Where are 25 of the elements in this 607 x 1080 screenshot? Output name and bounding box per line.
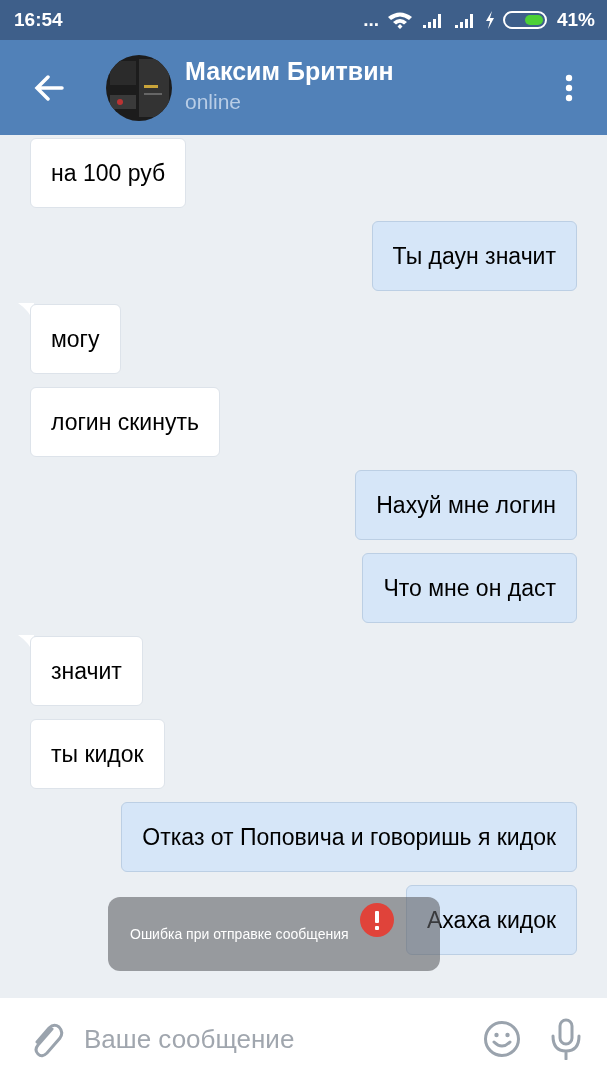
message-bubble: могу (30, 304, 121, 374)
back-icon[interactable] (34, 74, 64, 101)
contact-name: Максим Бритвин (185, 58, 394, 86)
error-icon (360, 903, 394, 937)
more-dots: ... (363, 7, 379, 32)
message-bubble: Ахаха кидок (406, 885, 577, 955)
battery-icon (502, 10, 549, 30)
message-bubble: Нахуй мне логин (355, 470, 577, 540)
message-bubble: Ты даун значит (371, 221, 577, 291)
battery-percent: 41% (556, 7, 595, 32)
menu-icon[interactable] (565, 73, 573, 102)
message-bubble: логин скинуть (30, 387, 220, 457)
message-bubble: Что мне он даст (362, 553, 577, 623)
emoji-icon[interactable] (483, 1020, 521, 1058)
composer-bar[interactable]: Ваше сообщение (0, 998, 607, 1080)
message-bubble: Отказ от Поповича и говоришь я кидок (121, 802, 577, 872)
contact-status: online (185, 88, 243, 115)
message-input[interactable]: Ваше сообщение (82, 1018, 465, 1060)
message-bubble: ты кидок (30, 719, 165, 789)
clock: 16:54 (14, 7, 63, 32)
microphone-icon[interactable] (549, 1018, 583, 1060)
message-bubble: на 100 руб (30, 138, 187, 208)
message-bubble: значит (30, 636, 143, 706)
charging-icon (484, 11, 495, 29)
wifi-icon (386, 11, 413, 29)
